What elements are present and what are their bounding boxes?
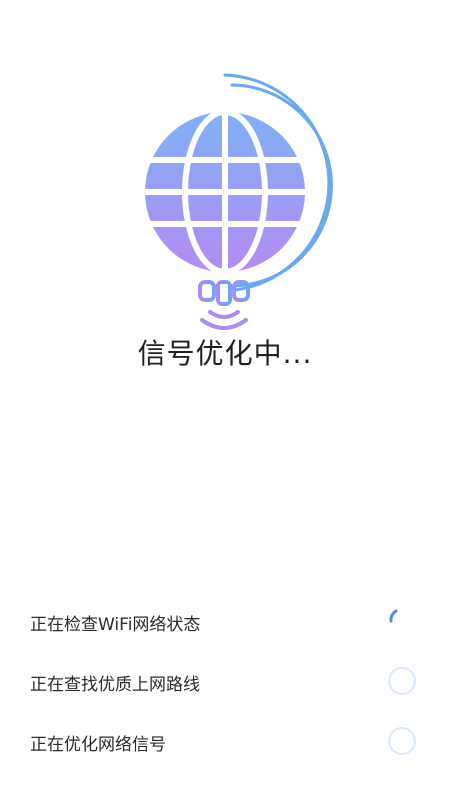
task-label: 正在检查WiFi网络状态 (30, 615, 201, 635)
task-list: 正在检查WiFi网络状态 正在查找优质上网路线 正在优化网络信号 (0, 590, 450, 770)
task-label: 正在查找优质上网路线 (30, 675, 200, 695)
pending-circle-icon (388, 727, 416, 755)
loading-spinner-icon (389, 609, 398, 623)
task-row-wifi-check: 正在检查WiFi网络状态 (0, 590, 450, 650)
globe-satellite-icon (145, 73, 333, 330)
status-title: 信号优化中... (137, 337, 313, 370)
task-label: 正在优化网络信号 (30, 735, 166, 755)
signal-optimization-screen: 信号优化中... 正在检查WiFi网络状态 正在查找优质上网路线 正在优化网络信… (0, 0, 450, 800)
pending-circle-icon (388, 667, 416, 695)
task-row-route-search: 正在查找优质上网路线 (0, 650, 450, 710)
task-row-signal-optimize: 正在优化网络信号 (0, 710, 450, 770)
hero-section: 信号优化中... (0, 0, 450, 370)
